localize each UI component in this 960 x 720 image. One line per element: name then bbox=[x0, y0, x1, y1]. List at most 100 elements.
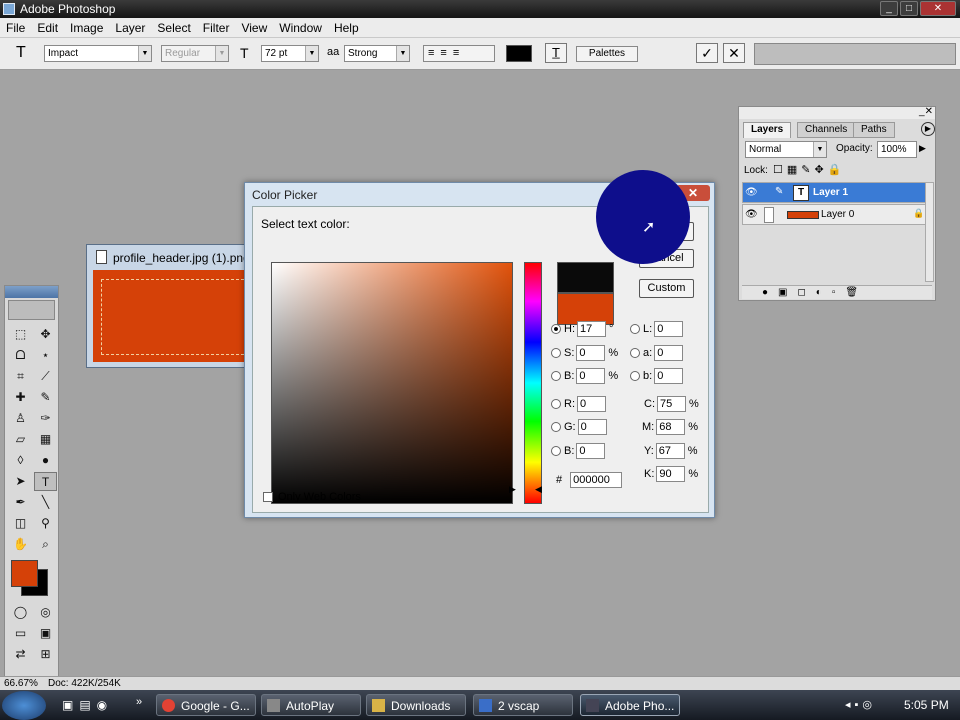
palette-close-icon[interactable]: _✕ bbox=[919, 106, 933, 117]
fullscreen-mode-icon[interactable]: ▣ bbox=[34, 624, 57, 643]
magic-wand-icon[interactable]: ⋆ bbox=[34, 346, 57, 365]
saturation-radio[interactable] bbox=[551, 348, 561, 358]
green-radio[interactable] bbox=[551, 422, 561, 432]
layer-row-layer-1[interactable]: 👁 ✎ T Layer 1 bbox=[742, 182, 932, 203]
brush-link-icon[interactable]: ✎ bbox=[775, 186, 783, 197]
menu-image[interactable]: Image bbox=[64, 21, 109, 35]
history-brush-icon[interactable]: ✑ bbox=[34, 409, 57, 428]
web-colors-checkbox[interactable] bbox=[263, 492, 273, 502]
custom-button[interactable]: Custom bbox=[639, 279, 694, 298]
palette-menu-icon[interactable]: ▶ bbox=[921, 122, 935, 136]
font-style-select[interactable]: Regular ▼ bbox=[161, 45, 229, 62]
hand-tool-icon[interactable]: ✋ bbox=[9, 535, 32, 554]
menu-edit[interactable]: Edit bbox=[31, 21, 64, 35]
imageready-icon[interactable]: ⊞ bbox=[34, 645, 57, 664]
menu-view[interactable]: View bbox=[235, 21, 273, 35]
yellow-field[interactable]: 67 bbox=[655, 443, 685, 459]
clock[interactable]: 5:05 PM bbox=[904, 698, 949, 712]
tab-layers[interactable]: Layers bbox=[743, 122, 792, 138]
visibility-eye-icon[interactable]: 👁 bbox=[745, 187, 758, 198]
tab-channels[interactable]: Channels bbox=[797, 122, 856, 138]
lab-a-radio[interactable] bbox=[630, 348, 640, 358]
brightness-radio[interactable] bbox=[551, 371, 561, 381]
font-family-select[interactable]: Impact ▼ bbox=[44, 45, 152, 62]
maximize-button[interactable]: □ bbox=[900, 1, 918, 16]
eyedropper-icon[interactable]: ⚲ bbox=[34, 514, 57, 533]
lab-a-field[interactable]: 0 bbox=[654, 345, 684, 361]
jump-to-imageready-icon[interactable]: ⇄ bbox=[9, 645, 32, 664]
hue-slider[interactable] bbox=[524, 262, 542, 504]
marquee-tool-icon[interactable]: ⬚ bbox=[9, 325, 32, 344]
text-align-buttons[interactable]: ≡≡≡ bbox=[423, 45, 495, 62]
brush-tool-icon[interactable]: ✎ bbox=[34, 388, 57, 407]
line-tool-icon[interactable]: ╲ bbox=[34, 493, 57, 512]
opacity-field[interactable]: 100% bbox=[877, 141, 917, 158]
lab-l-field[interactable]: 0 bbox=[654, 321, 684, 337]
foreground-color-swatch[interactable] bbox=[11, 560, 38, 587]
red-radio[interactable] bbox=[551, 399, 561, 409]
blur-tool-icon[interactable]: ◊ bbox=[9, 451, 32, 470]
text-bounding-box[interactable] bbox=[101, 279, 249, 355]
commit-icon[interactable]: ✓ bbox=[696, 43, 718, 63]
menu-help[interactable]: Help bbox=[328, 21, 365, 35]
hue-marker-right[interactable]: ◀ bbox=[535, 484, 542, 495]
document-canvas[interactable] bbox=[93, 270, 249, 362]
quicklaunch-more-icon[interactable]: » bbox=[136, 696, 142, 708]
saturation-field[interactable]: 0 bbox=[576, 345, 606, 361]
pen-tool-icon[interactable]: ✒ bbox=[9, 493, 32, 512]
quicklaunch-icons[interactable]: ▣▤◉ bbox=[62, 698, 113, 712]
layer-row-layer-0[interactable]: 👁 Layer 0 🔒 bbox=[742, 204, 932, 225]
move-tool-icon[interactable]: ✥ bbox=[34, 325, 57, 344]
blue-field[interactable]: 0 bbox=[576, 443, 606, 459]
text-color-swatch[interactable] bbox=[506, 45, 532, 62]
dodge-tool-icon[interactable]: ● bbox=[34, 451, 57, 470]
path-select-icon[interactable]: ➤ bbox=[9, 472, 32, 491]
black-field[interactable]: 90 bbox=[656, 466, 686, 482]
palettes-button[interactable]: Palettes bbox=[576, 46, 638, 62]
taskbar-item-photoshop[interactable]: Adobe Pho... bbox=[580, 694, 680, 716]
cancel-icon[interactable]: ✕ bbox=[723, 43, 745, 63]
opacity-arrow-icon[interactable]: ▶ bbox=[919, 143, 926, 154]
zoom-tool-icon[interactable]: ⌕ bbox=[34, 535, 57, 554]
document-window[interactable]: profile_header.jpg (1).png bbox=[86, 244, 252, 368]
green-field[interactable]: 0 bbox=[577, 419, 607, 435]
taskbar-item-google[interactable]: Google - G... bbox=[156, 694, 256, 716]
visibility-eye-icon[interactable]: 👁 bbox=[745, 209, 758, 220]
menu-filter[interactable]: Filter bbox=[197, 21, 236, 35]
taskbar-item-autoplay[interactable]: AutoPlay bbox=[261, 694, 361, 716]
tab-paths[interactable]: Paths bbox=[853, 122, 895, 138]
warp-text-icon[interactable]: T̲ bbox=[545, 43, 567, 63]
menu-file[interactable]: File bbox=[0, 21, 31, 35]
layer-action-buttons[interactable]: ●▣◻◐▫🗑 bbox=[742, 285, 932, 299]
zoom-level[interactable]: 66.67% bbox=[4, 678, 38, 689]
layers-scrollbar[interactable] bbox=[925, 182, 934, 282]
red-field[interactable]: 0 bbox=[577, 396, 606, 412]
slice-tool-icon[interactable]: ⟋ bbox=[34, 367, 57, 386]
lock-options-icons[interactable]: ☐▦✎✥🔒 bbox=[773, 163, 845, 176]
blend-mode-select[interactable]: Normal ▼ bbox=[745, 141, 827, 158]
magenta-field[interactable]: 68 bbox=[656, 419, 686, 435]
font-size-select[interactable]: 72 pt ▼ bbox=[261, 45, 319, 62]
menu-select[interactable]: Select bbox=[151, 21, 196, 35]
close-button[interactable]: ✕ bbox=[920, 1, 956, 16]
saturation-brightness-field[interactable] bbox=[271, 262, 513, 504]
screen-mode-icon[interactable]: ▭ bbox=[9, 624, 32, 643]
hue-marker-left[interactable]: ▶ bbox=[509, 484, 516, 495]
antialias-select[interactable]: Strong ▼ bbox=[344, 45, 410, 62]
eraser-tool-icon[interactable]: ▱ bbox=[9, 430, 32, 449]
standard-mode-icon[interactable]: ◯ bbox=[9, 603, 32, 622]
lab-b-field[interactable]: 0 bbox=[654, 368, 684, 384]
minimize-button[interactable]: _ bbox=[880, 1, 898, 16]
start-button[interactable] bbox=[2, 691, 46, 720]
menu-window[interactable]: Window bbox=[273, 21, 328, 35]
lab-b-radio[interactable] bbox=[630, 371, 640, 381]
taskbar-item-vscap[interactable]: 2 vscap bbox=[473, 694, 573, 716]
notes-tool-icon[interactable]: ◫ bbox=[9, 514, 32, 533]
crop-tool-icon[interactable]: ⌗ bbox=[9, 367, 32, 386]
quickmask-mode-icon[interactable]: ◎ bbox=[34, 603, 57, 622]
tray-icons[interactable]: ◂▪◎ bbox=[845, 698, 876, 711]
clone-stamp-icon[interactable]: ♙ bbox=[9, 409, 32, 428]
type-tool-icon[interactable]: T bbox=[16, 44, 26, 62]
hue-radio[interactable] bbox=[551, 324, 561, 334]
lasso-tool-icon[interactable]: ᗝ bbox=[9, 346, 32, 365]
